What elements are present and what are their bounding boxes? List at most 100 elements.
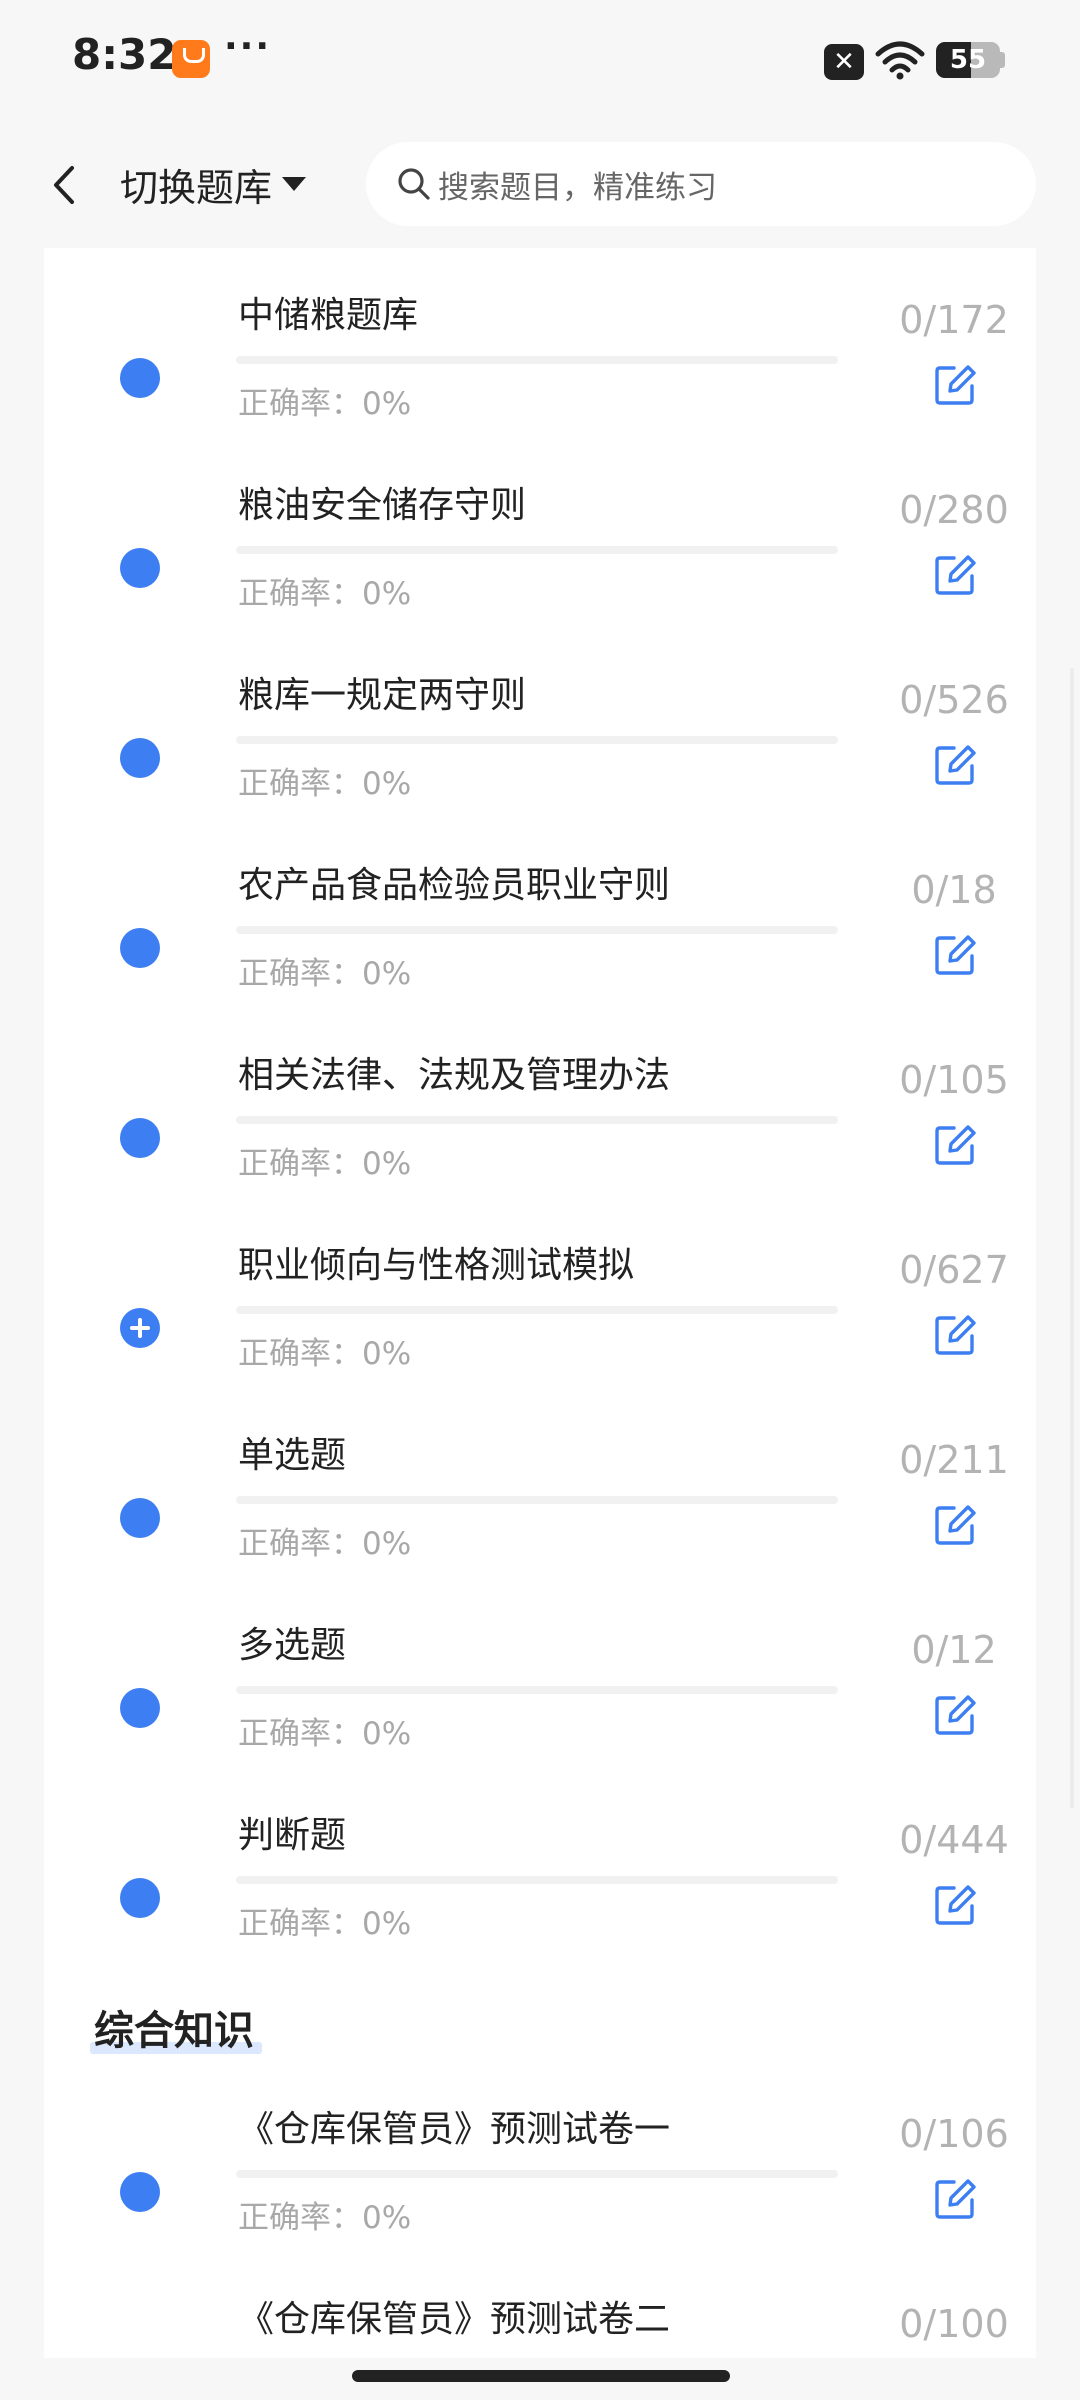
item-count: 0/444: [899, 1818, 1009, 1862]
section-title: 综合知识: [94, 2008, 254, 2054]
search-placeholder: 搜索题目，精准练习: [438, 169, 717, 206]
item-count: 0/526: [899, 678, 1009, 722]
item-accuracy: 正确率：0%: [238, 1336, 412, 1372]
list-item[interactable]: 多选题正确率：0% 0/12: [44, 1625, 1036, 1820]
status-dot-icon: [120, 928, 160, 968]
shopping-bag-icon: [172, 40, 210, 78]
item-title: 单选题: [238, 1435, 347, 1476]
list-item[interactable]: 判断题 正确率：0% 0/444: [44, 1815, 1036, 2010]
practice-edit-button[interactable]: [912, 548, 996, 604]
item-accuracy: 正确率：0%: [238, 576, 412, 612]
item-count: 0/280: [899, 488, 1009, 532]
status-dot-icon: [120, 1118, 160, 1158]
list-item[interactable]: 《仓库保管员》预测试卷一正确率：0% 0/106: [44, 2109, 1036, 2304]
list-item[interactable]: 职业倾向与性格测试模拟正确率：0% 0/627: [44, 1245, 1036, 1440]
edit-icon: [935, 1315, 976, 1355]
item-accuracy: 正确率：0%: [238, 386, 412, 422]
item-title: 相关法律、法规及管理办法: [238, 1055, 671, 1096]
practice-edit-button[interactable]: [912, 1118, 996, 1174]
more-dots-icon: ···: [224, 26, 272, 67]
list-item[interactable]: 农产品食品检验员职业守则正确率：0% 0/18: [44, 865, 1036, 1060]
edit-icon: [935, 1695, 976, 1735]
item-title: 《仓库保管员》预测试卷二: [238, 2299, 671, 2340]
notification-close-icon: ✕: [824, 44, 864, 80]
list-item[interactable]: 相关法律、法规及管理办法正确率：0% 0/105: [44, 1055, 1036, 1250]
edit-icon: [935, 935, 976, 975]
status-dot-icon: [120, 548, 160, 588]
item-accuracy: 正确率：0%: [238, 1716, 412, 1752]
practice-edit-button[interactable]: [912, 1308, 996, 1364]
battery-nub: [1000, 52, 1005, 68]
progress-bar: [236, 1116, 838, 1124]
question-bank-list: 中储粮题库 正确率：0% 0/172 粮油安全储存守则 正确率：0% 0/280 粮库一规定…: [44, 248, 1036, 2358]
item-accuracy: 正确率：0%: [238, 2200, 412, 2236]
item-title: 粮库一规定两守则: [238, 675, 527, 716]
caret-down-icon: [282, 177, 307, 191]
item-title: 职业倾向与性格测试模拟: [238, 1245, 635, 1286]
item-title: 多选题: [238, 1625, 347, 1666]
status-dot-icon: [120, 738, 160, 778]
progress-bar: [236, 1306, 838, 1314]
nav-bar: 切换题库 搜索题目，精准练习: [0, 118, 1080, 248]
practice-edit-button[interactable]: [912, 1688, 996, 1744]
battery-level-text: 55: [949, 45, 987, 75]
status-dot-icon: [120, 1688, 160, 1728]
search-input[interactable]: 搜索题目，精准练习: [366, 142, 1036, 226]
status-dot-icon: [120, 358, 160, 398]
practice-edit-button[interactable]: [912, 2172, 996, 2228]
item-title: 农产品食品检验员职业守则: [238, 865, 671, 906]
status-time: 8:32: [72, 30, 177, 79]
item-count: 0/105: [899, 1058, 1009, 1102]
scrollbar[interactable]: [1070, 668, 1074, 1808]
item-count: 0/106: [899, 2112, 1009, 2156]
progress-bar: [236, 736, 838, 744]
practice-edit-button[interactable]: [912, 358, 996, 414]
edit-icon: [935, 365, 976, 405]
edit-icon: [935, 1125, 976, 1165]
list-item[interactable]: 单选题正确率：0% 0/211: [44, 1435, 1036, 1630]
expand-plus-icon[interactable]: [120, 1308, 160, 1348]
status-dot-icon: [120, 2172, 160, 2212]
item-count: 0/627: [899, 1248, 1009, 1292]
item-accuracy: 正确率：0%: [238, 1146, 412, 1182]
progress-bar: [236, 356, 838, 364]
practice-edit-button[interactable]: [912, 928, 996, 984]
item-count: 0/12: [911, 1628, 997, 1672]
progress-bar: [236, 546, 838, 554]
edit-icon: [935, 555, 976, 595]
progress-bar: [236, 2170, 838, 2178]
list-item[interactable]: 《仓库保管员》预测试卷二 0/100: [44, 2299, 1036, 2358]
status-dot-icon: [120, 1498, 160, 1538]
practice-edit-button[interactable]: [912, 1498, 996, 1554]
item-count: 0/211: [899, 1438, 1009, 1482]
item-count: 0/18: [911, 868, 997, 912]
item-title: 判断题: [238, 1815, 347, 1856]
item-count: 0/100: [899, 2302, 1009, 2346]
item-title: 中储粮题库: [238, 295, 419, 336]
edit-icon: [935, 1505, 976, 1545]
home-indicator[interactable]: [352, 2370, 730, 2382]
wifi-icon: [875, 41, 925, 80]
progress-bar: [236, 1496, 838, 1504]
progress-bar: [236, 1686, 838, 1694]
item-accuracy: 正确率：0%: [238, 1526, 412, 1562]
search-icon: [398, 168, 430, 200]
edit-icon: [935, 745, 976, 785]
list-item[interactable]: 中储粮题库 正确率：0% 0/172: [44, 295, 1036, 490]
status-bar: 8:32 ··· ✕ 55: [0, 0, 1080, 118]
list-item[interactable]: 粮库一规定两守则正确率：0% 0/526: [44, 675, 1036, 870]
back-arrow-icon[interactable]: [40, 160, 90, 210]
item-accuracy: 正确率：0%: [238, 956, 412, 992]
edit-icon: [935, 1885, 976, 1925]
progress-bar: [236, 926, 838, 934]
battery-icon: 55: [936, 42, 1000, 78]
switch-bank-dropdown[interactable]: 切换题库: [120, 156, 307, 212]
item-title: 《仓库保管员》预测试卷一: [238, 2109, 671, 2150]
list-item[interactable]: 粮油安全储存守则正确率：0% 0/280: [44, 485, 1036, 680]
practice-edit-button[interactable]: [912, 1878, 996, 1934]
edit-icon: [935, 2179, 976, 2219]
status-dot-icon: [120, 1878, 160, 1918]
item-accuracy: 正确率：0%: [238, 766, 412, 802]
item-title: 粮油安全储存守则: [238, 485, 527, 526]
practice-edit-button[interactable]: [912, 738, 996, 794]
